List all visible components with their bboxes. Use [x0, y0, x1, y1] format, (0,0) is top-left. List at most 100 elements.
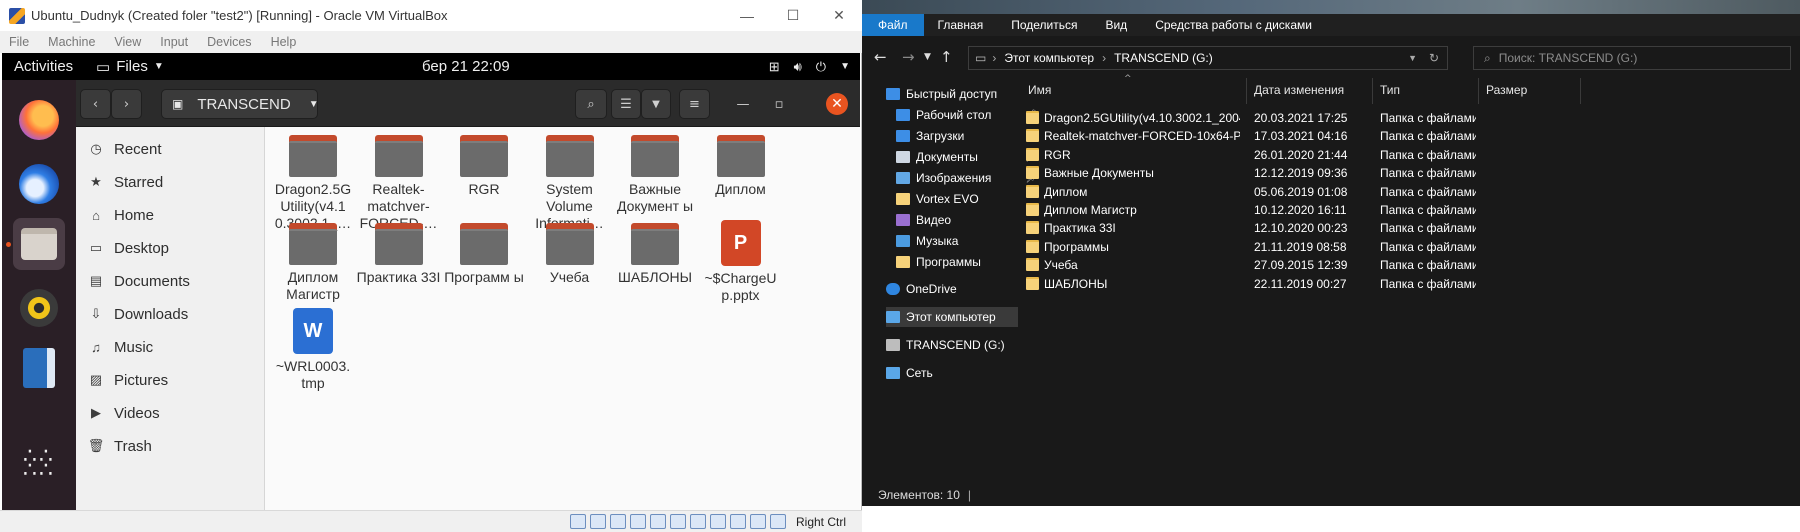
- folder-item[interactable]: Диплом: [693, 127, 789, 198]
- column-name[interactable]: Имя: [1028, 80, 1051, 100]
- tab-drive-tools[interactable]: Средства работы с дисками: [1141, 14, 1326, 36]
- folder-item[interactable]: Диплом Магистр: [265, 215, 361, 303]
- view-options-button[interactable]: ▼: [641, 89, 671, 119]
- sidebar-item-downloads[interactable]: ⇩ Downloads: [88, 299, 189, 329]
- tab-share[interactable]: Поделиться: [997, 14, 1091, 36]
- nav-item[interactable]: Быстрый доступ: [886, 84, 1036, 104]
- mouse-integration-icon[interactable]: [749, 514, 766, 529]
- video-capture-icon[interactable]: [709, 514, 726, 529]
- sidebar-item-desktop[interactable]: ▭ Desktop: [88, 233, 169, 263]
- sidebar-item-starred[interactable]: ★ Starred: [88, 167, 163, 197]
- tab-home[interactable]: Главная: [924, 14, 998, 36]
- table-row[interactable]: Учеба 27.09.2015 12:39 Папка с файлами: [1020, 255, 1800, 275]
- minimize-button[interactable]: —: [732, 93, 754, 115]
- chevron-down-icon[interactable]: ▼: [840, 61, 850, 72]
- table-row[interactable]: Dragon2.5GUtility(v4.10.3002.1_200410) 20…: [1020, 108, 1800, 128]
- column-divider[interactable]: [1246, 78, 1247, 104]
- optical-drive-icon[interactable]: [589, 514, 606, 529]
- forward-arrow-icon[interactable]: →: [902, 48, 915, 66]
- sidebar-item-trash[interactable]: 🗑︎ Trash: [88, 431, 152, 461]
- refresh-icon[interactable]: ↻: [1429, 51, 1439, 65]
- power-icon[interactable]: ⏻: [816, 59, 826, 75]
- folder-item[interactable]: Практика 33І: [351, 215, 447, 286]
- menu-input[interactable]: Input: [151, 35, 198, 49]
- clock[interactable]: бер 21 22:09: [422, 58, 510, 75]
- table-row[interactable]: Realtek-matchver-FORCED-10x64-PCIe_1... 1…: [1020, 126, 1800, 146]
- files-app-icon[interactable]: [13, 218, 65, 270]
- usb-icon[interactable]: [649, 514, 666, 529]
- column-size[interactable]: Размер: [1486, 80, 1527, 100]
- sidebar-item-recent[interactable]: ◷ Recent: [88, 134, 161, 164]
- audio-icon[interactable]: [609, 514, 626, 529]
- table-row[interactable]: Диплом Магистр 10.12.2020 16:11 Папка с фа…: [1020, 200, 1800, 220]
- close-button[interactable]: ✕: [816, 0, 862, 31]
- rhythmbox-icon[interactable]: [13, 282, 65, 334]
- back-button[interactable]: ‹: [80, 89, 111, 119]
- table-row[interactable]: RGR 26.01.2020 21:44 Папка с файлами: [1020, 145, 1800, 165]
- address-bar[interactable]: ▭ › Этот компьютер › TRANSCEND (G:) ▼ ↻: [968, 46, 1448, 70]
- recent-locations-icon[interactable]: ▼: [924, 52, 931, 62]
- column-date[interactable]: Дата изменения: [1254, 80, 1344, 100]
- firefox-icon[interactable]: [13, 94, 65, 146]
- sidebar-item-pictures[interactable]: ▨ Pictures: [88, 365, 168, 395]
- folder-item[interactable]: RGR: [436, 127, 532, 198]
- folder-item[interactable]: Важные Документ ы: [607, 127, 703, 215]
- nav-item[interactable]: Сеть: [886, 363, 1036, 383]
- sidebar-item-videos[interactable]: ▶ Videos: [88, 398, 160, 428]
- keyboard-capture-icon[interactable]: [769, 514, 786, 529]
- view-list-button[interactable]: ☰: [611, 89, 641, 119]
- column-divider[interactable]: [1580, 78, 1581, 104]
- back-arrow-icon[interactable]: ←: [874, 48, 887, 66]
- menu-button[interactable]: ≡: [679, 89, 710, 119]
- maximize-button[interactable]: ☐: [770, 0, 816, 31]
- files-app-menu[interactable]: ▭ Files ▼: [96, 58, 164, 76]
- table-row[interactable]: Практика 33І 12.10.2020 00:23 Папка с файл…: [1020, 218, 1800, 238]
- menu-view[interactable]: View: [105, 35, 151, 49]
- cpu-icon[interactable]: [729, 514, 746, 529]
- table-row[interactable]: Программы 21.11.2019 08:58 Папка с файлами: [1020, 237, 1800, 257]
- table-row[interactable]: ШАБЛОНЫ 22.11.2019 00:27 Папка с файлами: [1020, 274, 1800, 294]
- show-applications-icon[interactable]: ∴∴ ∴∴: [13, 438, 65, 490]
- tab-view[interactable]: Вид: [1091, 14, 1141, 36]
- folder-item[interactable]: Учеба: [522, 215, 618, 286]
- network-icon[interactable]: ⊞: [769, 59, 780, 75]
- volume-icon[interactable]: 🔊︎: [794, 59, 802, 75]
- column-divider[interactable]: [1478, 78, 1479, 104]
- breadcrumb-drive[interactable]: TRANSCEND (G:): [1114, 51, 1213, 65]
- menu-devices[interactable]: Devices: [198, 35, 261, 49]
- menu-machine[interactable]: Machine: [39, 35, 105, 49]
- network-icon[interactable]: [629, 514, 646, 529]
- sidebar-item-home[interactable]: ⌂ Home: [88, 200, 154, 230]
- activities-button[interactable]: Activities: [2, 58, 96, 75]
- libreoffice-writer-icon[interactable]: [13, 342, 65, 394]
- file-item[interactable]: P ~$ChargeU p.pptx: [693, 215, 789, 304]
- menu-help[interactable]: Help: [262, 35, 307, 49]
- menu-file[interactable]: File: [0, 35, 39, 49]
- table-row[interactable]: Важные Документы 12.12.2019 09:36 Папка с …: [1020, 163, 1800, 183]
- close-button[interactable]: ✕: [826, 93, 848, 115]
- nav-item[interactable]: TRANSCEND (G:): [886, 335, 1036, 355]
- column-divider[interactable]: [1372, 78, 1373, 104]
- sidebar-item-documents[interactable]: ▤ Documents: [88, 266, 190, 296]
- file-item[interactable]: W ~WRL0003. tmp: [265, 303, 361, 392]
- display-icon[interactable]: [689, 514, 706, 529]
- up-arrow-icon[interactable]: ↑: [940, 48, 953, 66]
- search-box[interactable]: ⌕ Поиск: TRANSCEND (G:): [1473, 46, 1791, 70]
- sidebar-item-music[interactable]: ♫ Music: [88, 332, 153, 362]
- breadcrumb-this-pc[interactable]: Этот компьютер: [1004, 51, 1094, 65]
- folder-item[interactable]: Программ ы: [436, 215, 532, 286]
- thunderbird-icon[interactable]: [13, 158, 65, 210]
- nav-item[interactable]: OneDrive: [886, 279, 1036, 299]
- search-button[interactable]: ⌕: [575, 89, 607, 119]
- minimize-button[interactable]: —: [724, 0, 770, 31]
- table-row[interactable]: Диплом 05.06.2019 01:08 Папка с файлами: [1020, 182, 1800, 202]
- path-bar[interactable]: ▣ TRANSCEND ▼: [161, 89, 319, 119]
- column-type[interactable]: Тип: [1380, 80, 1400, 100]
- nav-item[interactable]: Этот компьютер: [886, 307, 1018, 327]
- tab-file[interactable]: Файл: [862, 14, 924, 36]
- folder-item[interactable]: ШАБЛОНЫ: [607, 215, 703, 286]
- chevron-down-icon[interactable]: ▼: [1408, 53, 1417, 63]
- shared-folders-icon[interactable]: [669, 514, 686, 529]
- hard-disk-icon[interactable]: [569, 514, 586, 529]
- maximize-button[interactable]: ▫: [768, 93, 790, 115]
